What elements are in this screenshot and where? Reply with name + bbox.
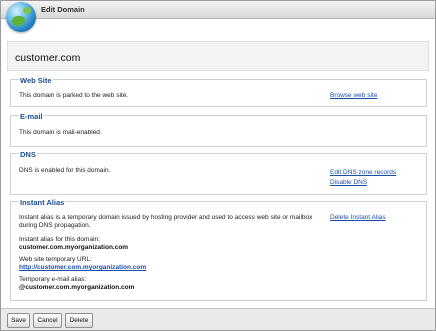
cancel-button[interactable]: Cancel: [33, 313, 62, 328]
instant-alias-description: Instant alias is a temporary domain issu…: [19, 214, 313, 229]
globe-land-shape: [23, 7, 31, 14]
alias-label: Instant alias for this domain:: [19, 236, 100, 243]
globe-land-shape: [12, 16, 25, 26]
temporary-email-value: @customer.com.myorganization.com: [19, 284, 135, 291]
web-site-title: Web Site: [19, 76, 53, 85]
email-section: E-mail This domain is mail-enabled.: [10, 112, 427, 147]
edit-domain-window: Edit Domain customer.com Web Site This d…: [0, 0, 436, 331]
domain-header: customer.com: [7, 41, 429, 71]
edit-dns-zone-records-link[interactable]: Edit DNS zone records: [330, 169, 396, 176]
dns-section: DNS DNS is enabled for this domain. Edit…: [10, 150, 427, 195]
email-title: E-mail: [19, 112, 44, 121]
instant-alias-title: Instant Alias: [19, 198, 66, 207]
save-button[interactable]: Save: [7, 313, 30, 328]
alias-value: customer.com.myorganization.com: [19, 244, 129, 251]
browse-web-site-link[interactable]: Browse web site: [330, 92, 377, 99]
delete-button[interactable]: Delete: [65, 313, 93, 328]
delete-instant-alias-link[interactable]: Delete Instant Alias: [330, 214, 386, 221]
email-status: This domain is mail-enabled.: [19, 129, 102, 136]
disable-dns-link[interactable]: Disable DNS: [330, 179, 367, 186]
web-site-section: Web Site This domain is parked to the we…: [10, 76, 427, 107]
window-title: Edit Domain: [41, 5, 85, 14]
web-site-status: This domain is parked to the web site.: [19, 92, 129, 99]
globe-icon: [6, 2, 36, 32]
dns-title: DNS: [19, 150, 37, 159]
button-bar: Save Cancel Delete: [1, 308, 435, 330]
temporary-url-link[interactable]: http://customer.com.myorganization.com: [19, 264, 146, 271]
temporary-url-label: Web site temporary URL:: [19, 256, 92, 263]
instant-alias-section: Instant Alias Instant alias is a tempora…: [10, 198, 427, 301]
domain-name: customer.com: [15, 52, 81, 64]
temporary-email-label: Temporary e-mail alias:: [19, 276, 87, 283]
dns-status: DNS is enabled for this domain.: [19, 167, 111, 174]
title-bar: Edit Domain: [1, 1, 435, 19]
